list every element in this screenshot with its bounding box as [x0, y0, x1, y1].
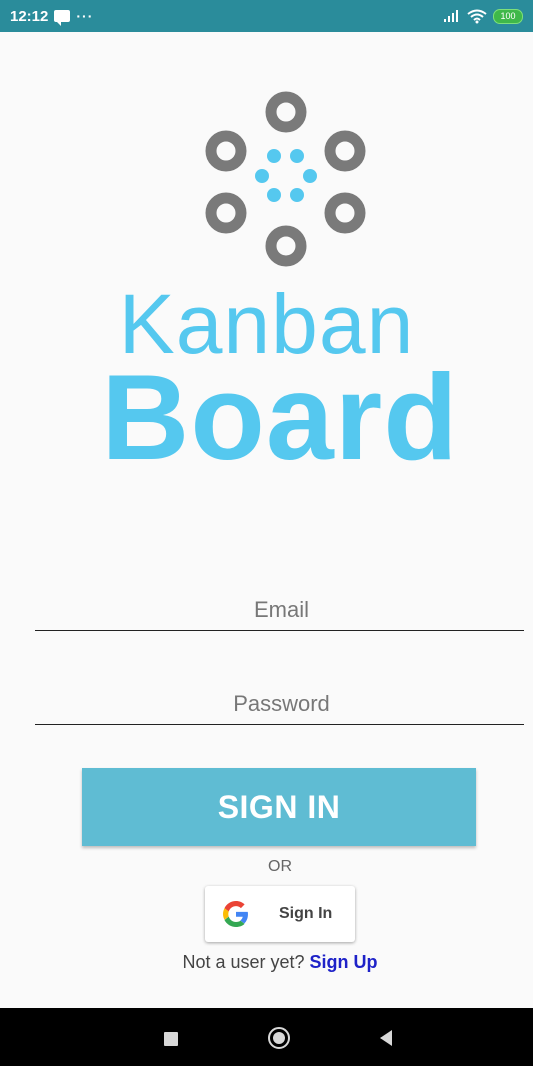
logo-ring-lower-right [324, 192, 366, 234]
more-dots: ··· [76, 8, 94, 24]
wifi-icon [467, 9, 487, 23]
sign-up-link[interactable]: Sign Up [310, 952, 378, 972]
signup-prompt: Not a user yet? [182, 952, 305, 972]
logo-ring-upper-left [205, 130, 247, 172]
password-field-container [35, 681, 528, 726]
logo-dot [290, 188, 304, 202]
back-icon[interactable] [380, 1030, 392, 1046]
signup-row: Not a user yet? Sign Up [0, 952, 533, 973]
email-input[interactable] [35, 587, 528, 632]
navigation-bar [0, 1008, 533, 1066]
battery-icon: 100 [493, 8, 523, 24]
or-divider-label: OR [268, 858, 292, 875]
logo-dot [290, 149, 304, 163]
logo-ring-top [265, 91, 307, 133]
google-sign-in-label: Sign In [279, 905, 333, 922]
logo-word-board: Board [101, 349, 459, 485]
password-input[interactable] [35, 681, 528, 726]
email-field-container [35, 587, 528, 632]
status-bar: 12:12 ··· 100 [0, 0, 533, 32]
logo-ring-bottom [265, 225, 307, 267]
logo-dot [255, 169, 269, 183]
logo-dot [267, 149, 281, 163]
sign-in-button[interactable]: SIGN IN [82, 768, 476, 846]
signal-icon [444, 10, 458, 22]
google-sign-in-button[interactable]: Sign In [205, 886, 355, 942]
status-right: 100 [443, 8, 523, 24]
status-time: 12:12 [10, 7, 49, 25]
logo-dot [303, 169, 317, 183]
message-icon [54, 10, 71, 26]
home-icon[interactable] [268, 1027, 290, 1049]
logo-ring-lower-left [205, 192, 247, 234]
logo-dot [267, 188, 281, 202]
status-left: 12:12 ··· [10, 7, 94, 26]
google-logo-icon [223, 901, 248, 927]
logo-ring-upper-right [324, 130, 366, 172]
recents-icon[interactable] [164, 1032, 178, 1046]
